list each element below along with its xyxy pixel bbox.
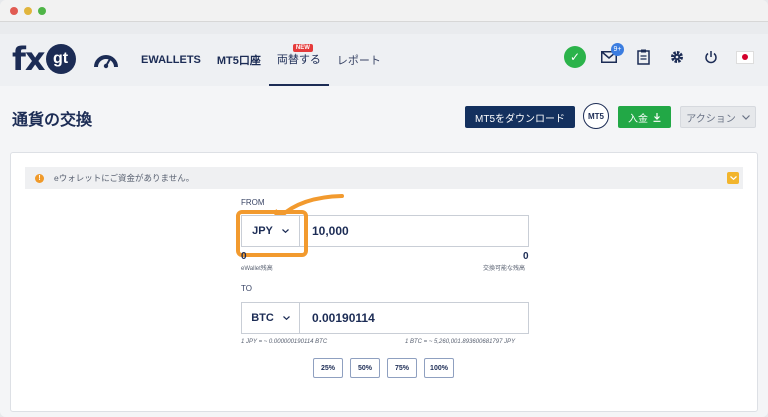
percent-buttons: 25% 50% 75% 100% — [313, 358, 454, 378]
nav-mt5-accounts[interactable]: MT5口座 — [209, 34, 269, 86]
to-currency-select[interactable]: BTC — [242, 303, 300, 333]
to-currency-value: BTC — [251, 312, 274, 324]
download-mt5-button[interactable]: MT5をダウンロード — [465, 106, 575, 128]
percent-50-button[interactable]: 50% — [350, 358, 380, 378]
chevron-down-icon — [741, 114, 750, 120]
info-icon: ! — [35, 173, 44, 183]
notice-text: eウォレットにご資金がありません。 — [54, 173, 195, 183]
action-dropdown[interactable]: アクション — [680, 106, 756, 128]
percent-75-button[interactable]: 75% — [387, 358, 417, 378]
from-label: FROM — [241, 198, 265, 207]
close-window-dot[interactable] — [10, 6, 18, 15]
page-content: fx gt EWALLETS MT5口座 NEW 両替する レポート ✓ 9+ … — [0, 34, 768, 417]
fxgt-logo[interactable]: fx gt — [12, 40, 76, 78]
clipboard-icon[interactable] — [632, 46, 654, 68]
browser-window: fx gt EWALLETS MT5口座 NEW 両替する レポート ✓ 9+ … — [0, 0, 768, 417]
ewallet-balance-value: 0 — [241, 251, 247, 262]
notice-expand-button[interactable] — [727, 172, 739, 184]
no-funds-notice: ! eウォレットにご資金がありません。 — [25, 167, 743, 189]
to-amount-value[interactable]: 0.00190114 — [312, 303, 375, 333]
verified-check-icon[interactable]: ✓ — [564, 46, 586, 68]
deposit-button[interactable]: 入金 — [618, 106, 671, 128]
nav-mt5-label: MT5口座 — [216, 55, 261, 67]
minimize-window-dot[interactable] — [24, 6, 32, 15]
nav-ewallets-label: EWALLETS — [141, 54, 201, 66]
japan-flag-icon[interactable] — [734, 46, 756, 68]
to-row: BTC 0.00190114 — [241, 302, 529, 334]
action-label: アクション — [686, 113, 736, 125]
to-label: TO — [241, 284, 252, 293]
page-title: 通貨の交換 — [12, 112, 93, 129]
header-icons: ✓ 9+ — [564, 43, 756, 68]
ewallet-balance-label: eWallet残高 — [241, 266, 273, 272]
gear-icon[interactable] — [666, 46, 688, 68]
nav-exchange-label: 両替する — [276, 54, 321, 66]
mt5-badge[interactable]: MT5 — [583, 103, 609, 129]
percent-25-button[interactable]: 25% — [313, 358, 343, 378]
exchange-card: ! eウォレットにご資金がありません。 FROM JPY 10,000 0 eW… — [10, 152, 758, 412]
rate-btc-to-jpy: 1 BTC = ~ 5,260,001.893600681797 JPY — [405, 339, 516, 345]
nav-reports[interactable]: レポート — [329, 34, 389, 86]
logo-gt-badge: gt — [45, 44, 76, 74]
mail-count-badge: 9+ — [611, 43, 624, 56]
nav-ewallets[interactable]: EWALLETS — [133, 34, 209, 86]
site-header: fx gt EWALLETS MT5口座 NEW 両替する レポート ✓ 9+ — [0, 34, 768, 86]
available-balance-label: 交換可能な残高 — [483, 266, 526, 272]
from-amount-input[interactable]: 10,000 — [312, 216, 349, 246]
download-arrow-icon — [653, 112, 661, 122]
chevron-down-icon — [282, 316, 290, 320]
new-badge: NEW — [292, 44, 313, 52]
power-icon[interactable] — [700, 46, 722, 68]
window-titlebar — [0, 0, 768, 22]
rate-jpy-to-btc: 1 JPY = ~ 0.000000190114 BTC — [241, 339, 328, 345]
logo-fx-text: fx — [12, 40, 46, 78]
mail-icon[interactable]: 9+ — [598, 43, 624, 68]
nav-exchange[interactable]: NEW 両替する — [268, 34, 329, 86]
deposit-label: 入金 — [628, 113, 648, 125]
currency-highlight-box — [236, 210, 308, 257]
main-nav: EWALLETS MT5口座 NEW 両替する レポート — [133, 34, 389, 86]
maximize-window-dot[interactable] — [38, 6, 46, 15]
percent-100-button[interactable]: 100% — [424, 358, 454, 378]
dashboard-gauge-icon[interactable] — [94, 50, 118, 75]
nav-reports-label: レポート — [336, 55, 381, 67]
chevron-down-icon — [729, 176, 737, 180]
available-balance-value: 0 — [523, 251, 529, 262]
